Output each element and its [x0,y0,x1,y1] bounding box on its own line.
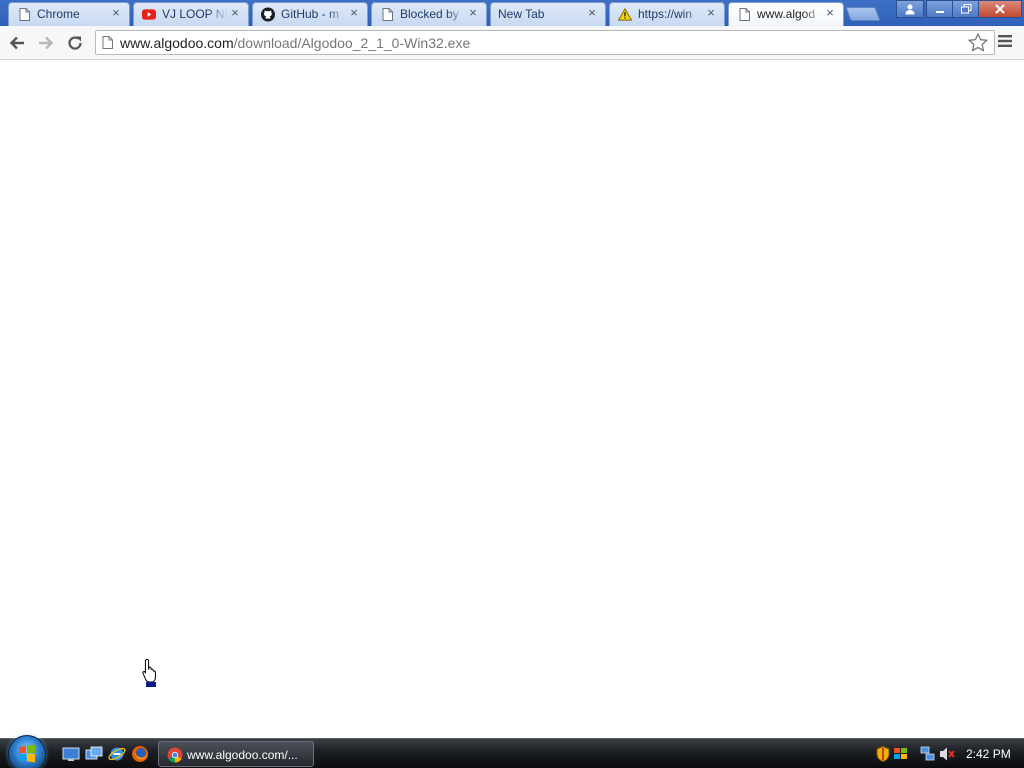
tab-chrome[interactable]: Chrome × [8,2,130,26]
bookmark-star-icon[interactable] [967,32,989,57]
start-button[interactable] [8,735,46,768]
tab-algodoo[interactable]: www.algod × [728,2,844,26]
person-icon [905,4,915,14]
show-desktop-icon[interactable] [62,745,80,763]
page-icon [737,7,751,21]
back-arrow-icon [9,36,24,50]
minimize-button[interactable] [926,0,954,18]
chrome-menu-button[interactable] [998,34,1016,52]
close-window-button[interactable] [978,0,1022,18]
tab-vj-loop[interactable]: VJ LOOP NE × [133,2,249,26]
taskbar-clock[interactable]: 2:42 PM [966,747,1011,761]
browser-toolbar: www.algodoo.com/download/Algodoo_2_1_0-W… [0,26,1024,60]
page-icon [17,7,31,21]
url-text: www.algodoo.com/download/Algodoo_2_1_0-W… [120,35,470,51]
security-shield-icon[interactable] [876,745,892,763]
tab-label: Blocked by [400,7,459,21]
close-tab-icon[interactable]: × [347,6,361,20]
warning-icon [618,7,632,21]
tab-label: VJ LOOP NE [162,7,228,21]
url-host: www.algodoo.com [120,35,234,51]
minimize-icon [936,11,944,13]
restore-icon [960,4,971,14]
tab-github[interactable]: GitHub - m × [252,2,368,26]
reload-button[interactable] [64,32,86,54]
address-bar[interactable]: www.algodoo.com/download/Algodoo_2_1_0-W… [95,30,995,55]
hand-cursor-icon [140,658,162,693]
windows-flag-tray-icon[interactable] [893,746,909,762]
taskbar-chrome-window[interactable]: www.algodoo.com/... [158,741,314,767]
windows-logo-icon [19,744,35,763]
close-tab-icon[interactable]: × [704,6,718,20]
firefox-icon[interactable] [131,745,149,763]
page-icon [102,36,113,54]
url-path: /download/Algodoo_2_1_0-Win32.exe [233,35,471,51]
internet-explorer-icon[interactable] [108,745,126,763]
tab-label: New Tab [498,7,545,21]
profile-button[interactable] [896,0,924,18]
forward-button[interactable] [35,32,57,54]
tab-strip: Chrome × VJ LOOP NE × GitHub - m × Block… [0,0,1024,26]
close-tab-icon[interactable]: × [823,6,837,20]
reload-icon [68,36,82,50]
tab-label: GitHub - m [281,7,340,21]
tab-label: Chrome [37,7,80,21]
taskbar-window-label: www.algodoo.com/... [187,748,298,762]
new-tab-button[interactable] [845,7,881,21]
close-tab-icon[interactable]: × [585,6,599,20]
restore-button[interactable] [952,0,980,18]
close-tab-icon[interactable]: × [109,6,123,20]
chrome-icon [167,747,183,768]
close-tab-icon[interactable]: × [466,6,480,20]
page-icon [380,7,394,21]
close-icon [995,4,1005,14]
youtube-icon [142,7,156,21]
hamburger-menu-icon [998,35,1012,47]
tab-new-tab[interactable]: New Tab × [490,2,606,26]
tab-label: www.algod [757,7,816,21]
tab-blocked[interactable]: Blocked by × [371,2,487,26]
window-switcher-icon[interactable] [85,745,103,763]
close-tab-icon[interactable]: × [228,6,242,20]
tab-label: https://win [638,7,693,21]
page-content [0,61,1024,738]
back-button[interactable] [6,32,28,54]
github-icon [261,7,275,21]
volume-muted-icon[interactable] [939,746,955,762]
windows-taskbar: www.algodoo.com/... 2:42 PM [0,735,1024,768]
tab-https-win[interactable]: https://win × [609,2,725,26]
forward-arrow-icon [39,36,54,50]
network-icon[interactable] [920,746,936,762]
